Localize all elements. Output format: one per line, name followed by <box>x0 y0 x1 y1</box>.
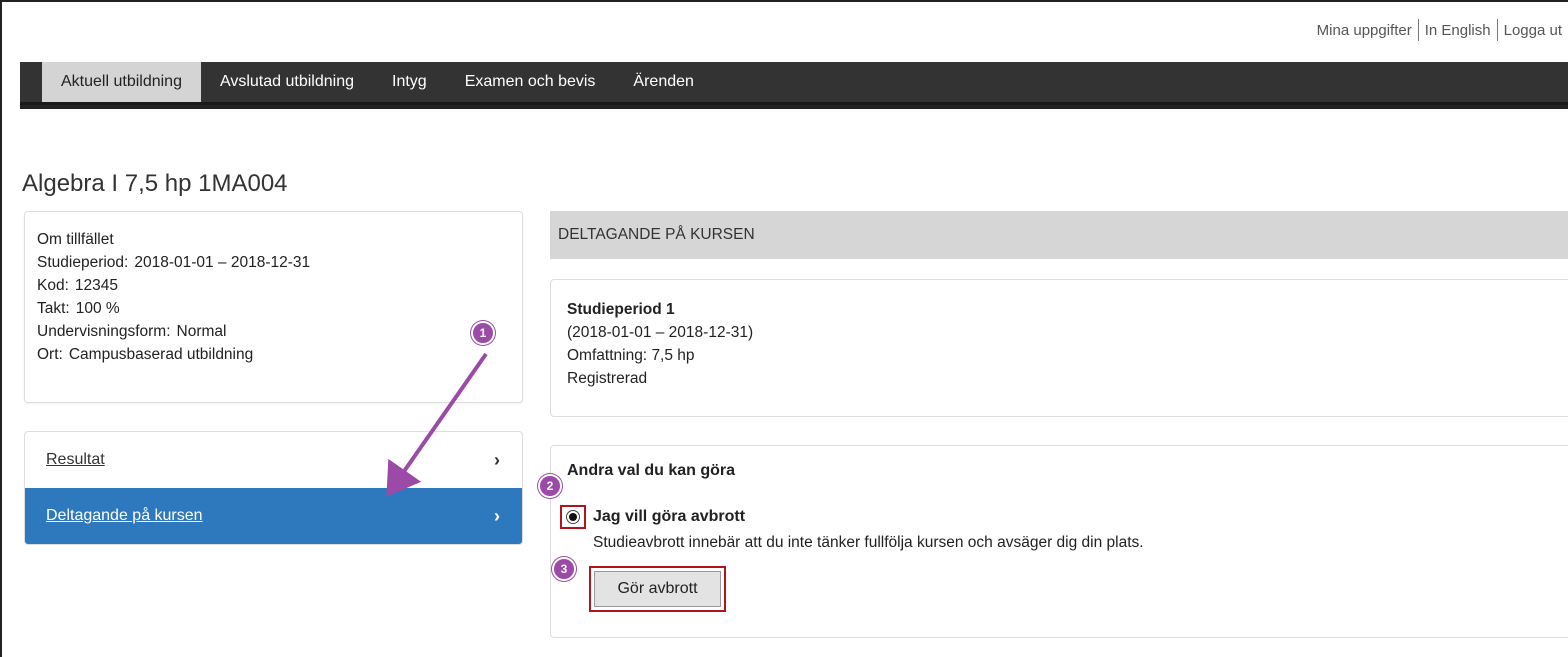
language-link[interactable]: In English <box>1419 22 1497 39</box>
tab-degrees[interactable]: Examen och bevis <box>446 62 615 102</box>
step-badge-2: 2 <box>538 474 562 498</box>
navbar-underline <box>20 105 1568 109</box>
side-item-label[interactable]: Deltagande på kursen <box>46 507 203 525</box>
page-frame: Mina uppgifter In English Logga ut Aktue… <box>0 0 1568 657</box>
info-row: Studieperiod: 2018-01-01 – 2018-12-31 <box>37 254 311 271</box>
period-dates: (2018-01-01 – 2018-12-31) <box>567 324 754 341</box>
side-item-results[interactable]: Resultat › <box>25 432 522 488</box>
period-title: Studieperiod 1 <box>567 301 675 318</box>
chevron-right-icon: › <box>494 449 500 470</box>
page-title: Algebra I 7,5 hp 1MA004 <box>22 170 288 197</box>
top-links: Mina uppgifter In English Logga ut <box>1311 19 1568 41</box>
tab-cases[interactable]: Ärenden <box>614 62 713 102</box>
info-row: Kod: 12345 <box>37 277 118 294</box>
period-scope: Omfattning: 7,5 hp <box>567 347 695 364</box>
radio-button[interactable] <box>566 510 580 524</box>
tab-current-education[interactable]: Aktuell utbildning <box>42 62 201 102</box>
main-navbar: Aktuell utbildning Avslutad utbildning I… <box>20 62 1568 105</box>
tab-certificates[interactable]: Intyg <box>373 62 446 102</box>
withdraw-option-label[interactable]: Jag vill göra avbrott <box>593 508 745 526</box>
info-row: Ort: Campusbaserad utbildning <box>37 346 254 363</box>
withdraw-radio[interactable] <box>560 505 586 529</box>
period-status: Registrerad <box>567 370 648 387</box>
section-header: DELTAGANDE PÅ KURSEN <box>550 211 1568 259</box>
chevron-right-icon: › <box>494 505 500 526</box>
side-menu: Resultat › Deltagande på kursen › <box>24 431 523 545</box>
step-badge-1: 1 <box>471 321 495 345</box>
withdraw-button-highlight: Gör avbrott <box>589 566 726 612</box>
logout-link[interactable]: Logga ut <box>1498 22 1568 39</box>
withdraw-button[interactable]: Gör avbrott <box>594 571 721 607</box>
step-badge-3: 3 <box>552 557 576 581</box>
study-period-box: Studieperiod 1 (2018-01-01 – 2018-12-31)… <box>550 279 1568 417</box>
tab-completed-education[interactable]: Avslutad utbildning <box>201 62 373 102</box>
course-info-box: Om tillfället Studieperiod: 2018-01-01 – … <box>24 211 523 403</box>
info-row: Takt: 100 % <box>37 300 120 317</box>
info-row: Undervisningsform: Normal <box>37 323 227 340</box>
side-item-participation[interactable]: Deltagande på kursen › <box>25 488 522 544</box>
choices-title: Andra val du kan göra <box>567 462 736 479</box>
side-item-label[interactable]: Resultat <box>46 451 105 469</box>
withdraw-option-description: Studieavbrott innebär att du inte tänker… <box>593 534 1144 551</box>
my-info-link[interactable]: Mina uppgifter <box>1311 22 1418 39</box>
other-choices-box: Andra val du kan göra Jag vill göra avbr… <box>550 445 1568 638</box>
info-heading: Om tillfället <box>37 231 114 248</box>
radio-selected-dot <box>569 513 577 521</box>
